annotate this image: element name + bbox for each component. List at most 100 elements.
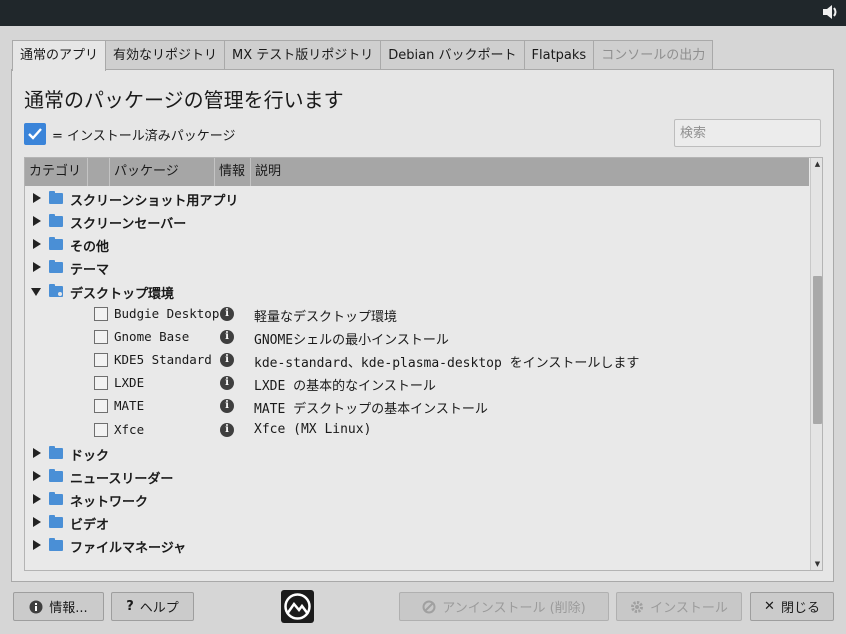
folder-icon (49, 468, 63, 482)
scrollbar-thumb[interactable] (813, 276, 822, 424)
column-package[interactable]: パッケージ (110, 158, 215, 186)
about-button[interactable]: 情報... (13, 592, 104, 621)
info-icon[interactable]: i (220, 353, 234, 368)
package-description: MATE デスクトップの基本インストール (254, 402, 488, 418)
package-description: 軽量なデスクトップ環境 (254, 309, 398, 325)
expand-arrow-right-icon[interactable] (33, 216, 41, 227)
tab-5[interactable]: Flatpaks (523, 40, 595, 69)
info-icon[interactable]: i (220, 422, 234, 437)
scroll-down-icon[interactable]: ▼ (811, 558, 822, 570)
tab-2[interactable]: 有効なリポジトリ (105, 40, 226, 69)
package-row[interactable]: Gnome Base i GNOMEシェルの最小インストール (25, 326, 809, 349)
category-row[interactable]: その他 (25, 233, 809, 256)
help-button[interactable]: ? ヘルプ (111, 592, 194, 621)
category-row[interactable]: スクリーンセーバー (25, 210, 809, 233)
package-checkbox[interactable] (94, 422, 108, 437)
package-name: Xfce (114, 421, 145, 437)
vertical-scrollbar[interactable]: ▲ ▼ (810, 158, 822, 570)
category-label: ニュースリーダー (70, 471, 174, 487)
page-title: 通常のパッケージの管理を行います (24, 88, 344, 112)
category-label: テーマ (70, 263, 110, 279)
package-tree: カテゴリ パッケージ 情報 説明 スクリーンショット用アプリ スクリーンセーバーそ… (24, 157, 823, 571)
package-checkbox[interactable] (94, 353, 108, 368)
main-panel: 通常のパッケージの管理を行います = インストール済みパッケージ カテゴリ パッ… (11, 69, 834, 582)
expand-arrow-right-icon[interactable] (33, 540, 41, 551)
category-row[interactable]: デスクトップ環境 (25, 280, 809, 303)
info-icon[interactable]: i (220, 399, 234, 414)
expand-arrow-right-icon[interactable] (33, 262, 41, 273)
category-label: スクリーンショット用アプリ (70, 194, 239, 209)
package-row[interactable]: Xfce i Xfce (MX Linux) (25, 419, 809, 442)
column-description[interactable]: 説明 (251, 158, 451, 186)
folder-icon (49, 538, 63, 552)
expand-arrow-right-icon[interactable] (33, 517, 41, 528)
uninstall-label: アンインストール (削除) (442, 601, 586, 616)
install-button[interactable]: インストール (616, 592, 742, 621)
package-name: Gnome Base (114, 328, 190, 344)
folder-icon (49, 260, 63, 274)
tab-3[interactable]: MX テスト版リポジトリ (224, 40, 382, 69)
gear-icon (630, 600, 644, 614)
expand-arrow-down-icon[interactable] (31, 287, 41, 296)
package-checkbox[interactable] (94, 329, 108, 344)
package-checkbox[interactable] (94, 376, 108, 391)
package-name: Budgie Desktop (114, 305, 220, 321)
scroll-up-icon[interactable]: ▲ (811, 158, 822, 170)
package-checkbox[interactable] (94, 306, 108, 321)
package-name: KDE5 Standard (114, 352, 212, 368)
package-description: GNOMEシェルの最小インストール (254, 332, 449, 348)
info-icon[interactable]: i (220, 329, 234, 344)
package-name: LXDE (114, 375, 145, 391)
category-row[interactable]: テーマ (25, 256, 809, 279)
uninstall-button[interactable]: アンインストール (削除) (399, 592, 609, 621)
expand-arrow-right-icon[interactable] (33, 470, 41, 481)
mx-logo-icon (281, 590, 314, 623)
info-icon[interactable]: i (220, 306, 234, 321)
column-category[interactable]: カテゴリ (25, 158, 88, 186)
close-label: 閉じる (780, 601, 820, 616)
tab-bar: 通常のアプリ 有効なリポジトリ MX テスト版リポジトリ Debian バックポート F… (12, 40, 714, 71)
folder-icon (49, 445, 63, 459)
category-label: スクリーンセーバー (70, 217, 187, 233)
install-label: インストール (650, 601, 728, 616)
category-label: ビデオ (70, 518, 110, 534)
category-row[interactable]: スクリーンショット用アプリ (25, 187, 809, 210)
tab-4[interactable]: Debian バックポート (380, 40, 525, 69)
category-row[interactable]: ニュースリーダー (25, 465, 809, 488)
category-label: ネットワーク (70, 494, 149, 510)
top-panel (0, 0, 846, 26)
category-label: デスクトップ環境 (70, 286, 175, 302)
package-description: Xfce (MX Linux) (254, 421, 372, 437)
info-icon[interactable]: i (220, 376, 234, 391)
about-label: 情報... (49, 601, 88, 616)
column-info[interactable]: 情報 (215, 158, 251, 186)
folder-icon (49, 237, 63, 251)
package-row[interactable]: KDE5 Standard i kde-standard、kde-plasma-de… (25, 349, 809, 372)
help-label: ヘルプ (139, 601, 179, 616)
close-icon: ✕ (764, 599, 775, 614)
expand-arrow-right-icon[interactable] (33, 239, 41, 250)
folder-icon (49, 491, 63, 505)
package-row[interactable]: Budgie Desktop i 軽量なデスクトップ環境 (25, 303, 809, 326)
expand-arrow-right-icon[interactable] (33, 193, 41, 203)
no-entry-icon (422, 600, 436, 614)
category-row[interactable]: ネットワーク (25, 488, 809, 511)
volume-icon[interactable] (820, 1, 842, 23)
category-row[interactable]: ドック (25, 442, 809, 465)
folder-open-icon (49, 283, 63, 297)
tab-6[interactable]: コンソールの出力 (593, 40, 714, 69)
expand-arrow-right-icon[interactable] (33, 493, 41, 504)
category-row[interactable]: ファイルマネージャ (25, 534, 809, 557)
package-name: MATE (114, 398, 145, 414)
package-row[interactable]: MATE i MATE デスクトップの基本インストール (25, 395, 809, 418)
package-row[interactable]: LXDE i LXDE の基本的なインストール (25, 372, 809, 395)
package-checkbox[interactable] (94, 399, 108, 414)
search-input[interactable] (674, 119, 821, 147)
tab-1[interactable]: 通常のアプリ (12, 40, 107, 71)
close-button[interactable]: ✕ 閉じる (750, 592, 834, 621)
category-label: ファイルマネージャ (70, 541, 187, 557)
category-row[interactable]: ビデオ (25, 511, 809, 534)
expand-arrow-right-icon[interactable] (33, 447, 41, 458)
category-label: ドック (70, 448, 110, 464)
folder-icon (49, 214, 63, 228)
